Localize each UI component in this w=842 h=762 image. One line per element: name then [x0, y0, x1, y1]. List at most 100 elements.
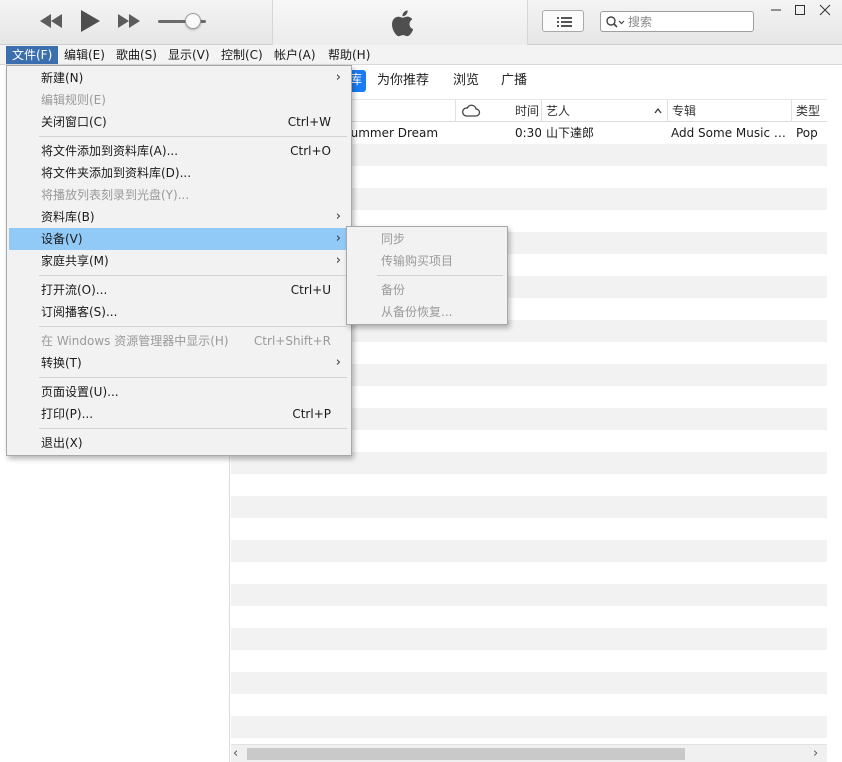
menu-item-label: 转换(T)	[41, 356, 82, 370]
column-time[interactable]: 时间	[511, 100, 541, 122]
menu-item-burn-playlist: 将播放列表刻录到光盘(Y)...	[9, 184, 349, 206]
menu-item-label: 从备份恢复...	[381, 305, 453, 319]
menu-separator	[39, 326, 347, 327]
tab-for-you[interactable]: 为你推荐	[377, 70, 429, 92]
search-input[interactable]	[628, 13, 750, 30]
menu-separator	[39, 136, 347, 137]
search-icon	[606, 16, 625, 28]
song-genre-cell: Pop	[796, 126, 818, 140]
scroll-left-icon[interactable]: ‹	[233, 747, 245, 761]
menu-item-label: 将播放列表刻录到光盘(Y)...	[41, 188, 190, 202]
shortcut-label: Ctrl+O	[290, 144, 331, 158]
song-artist-cell: 山下達郎	[546, 126, 595, 140]
menu-item-subscribe-podcast[interactable]: 订阅播客(S)...	[9, 301, 349, 323]
rewind-icon[interactable]	[38, 10, 64, 32]
menu-item-backup: 备份	[349, 279, 507, 301]
empty-row	[231, 628, 827, 650]
tab-radio[interactable]: 广播	[501, 70, 527, 92]
empty-row	[231, 584, 827, 606]
chevron-right-icon: ›	[335, 253, 341, 268]
shortcut-label: Ctrl+P	[292, 407, 331, 421]
menu-item-sync: 同步	[349, 228, 507, 250]
menu-item-library[interactable]: 资料库(B) ›	[9, 206, 349, 228]
menu-item-label: 家庭共享(M)	[41, 254, 109, 268]
menu-account[interactable]: 帐户(A)	[268, 46, 322, 64]
menu-item-page-setup[interactable]: 页面设置(U)...	[9, 381, 349, 403]
menu-item-label: 在 Windows 资源管理器中显示(H)	[41, 334, 229, 348]
menu-separator	[377, 275, 503, 276]
horizontal-scrollbar[interactable]: ‹ ›	[231, 744, 827, 762]
file-menu-dropdown: 新建(N) › 编辑规则(E) 关闭窗口(C) Ctrl+W 将文件添加到资料库…	[6, 65, 352, 456]
menu-item-add-file[interactable]: 将文件添加到资料库(A)... Ctrl+O	[9, 140, 349, 162]
maximize-icon[interactable]	[790, 2, 810, 18]
shortcut-label: Ctrl+Shift+R	[253, 334, 331, 348]
menu-help[interactable]: 帮助(H)	[322, 46, 376, 64]
menu-separator	[39, 275, 347, 276]
list-view-button[interactable]	[542, 10, 584, 32]
empty-row	[231, 672, 827, 694]
vertical-scrollbar[interactable]	[827, 99, 842, 744]
menu-item-label: 新建(N)	[41, 71, 84, 85]
menu-item-restore-backup: 从备份恢复...	[349, 301, 507, 323]
menu-item-convert[interactable]: 转换(T) ›	[9, 352, 349, 374]
minimize-icon[interactable]	[766, 2, 786, 18]
scroll-right-icon[interactable]: ›	[813, 747, 825, 761]
list-icon	[557, 17, 572, 27]
horizontal-scroll-thumb[interactable]	[247, 748, 685, 760]
menu-separator	[39, 428, 347, 429]
menu-item-show-in-explorer: 在 Windows 资源管理器中显示(H) Ctrl+Shift+R	[9, 330, 349, 352]
fast-forward-icon[interactable]	[116, 10, 142, 32]
menu-item-label: 备份	[381, 283, 406, 297]
menu-item-label: 打开流(O)...	[41, 283, 108, 297]
menu-item-label: 订阅播客(S)...	[41, 305, 118, 319]
menu-controls[interactable]: 控制(C)	[215, 46, 269, 64]
close-icon[interactable]	[815, 2, 835, 18]
cloud-icon	[462, 104, 481, 117]
empty-row	[231, 540, 827, 562]
menu-item-open-stream[interactable]: 打开流(O)... Ctrl+U	[9, 279, 349, 301]
song-album-cell: Add Some Music To Your Day	[671, 126, 787, 140]
volume-slider-knob[interactable]	[184, 13, 201, 29]
menu-item-label: 同步	[381, 232, 406, 246]
menu-item-label: 资料库(B)	[41, 210, 95, 224]
search-box[interactable]	[600, 11, 754, 32]
chevron-right-icon: ›	[335, 70, 341, 85]
menu-item-exit[interactable]: 退出(X)	[9, 432, 349, 454]
menu-item-new[interactable]: 新建(N) ›	[9, 67, 349, 89]
menu-item-close-window[interactable]: 关闭窗口(C) Ctrl+W	[9, 111, 349, 133]
menu-separator	[39, 377, 347, 378]
menu-item-transfer-purchases: 传输购买项目	[349, 250, 507, 272]
menu-item-edit-rules: 编辑规则(E)	[9, 89, 349, 111]
now-playing-display	[272, 0, 528, 45]
column-album[interactable]: 专辑	[667, 100, 791, 122]
menu-item-label: 编辑规则(E)	[41, 93, 106, 107]
menu-item-label: 退出(X)	[41, 436, 83, 450]
menu-edit[interactable]: 编辑(E)	[58, 46, 111, 64]
menu-item-label: 将文件添加到资料库(A)...	[41, 144, 179, 158]
menu-view[interactable]: 显示(V)	[162, 46, 216, 64]
column-artist[interactable]: 艺人	[541, 100, 667, 122]
menu-song[interactable]: 歌曲(S)	[110, 46, 163, 64]
menu-item-devices[interactable]: 设备(V) ›	[9, 228, 349, 250]
column-genre[interactable]: 类型	[791, 100, 827, 122]
empty-row	[231, 716, 827, 738]
empty-row	[231, 496, 827, 518]
song-title-cell: Summer Dream	[343, 126, 439, 140]
chevron-right-icon: ›	[335, 355, 341, 370]
column-cloud[interactable]	[455, 100, 487, 122]
menu-item-label: 打印(P)...	[41, 407, 94, 421]
menu-item-print[interactable]: 打印(P)... Ctrl+P	[9, 403, 349, 425]
apple-logo-icon	[392, 10, 414, 37]
menu-file[interactable]: 文件(F)	[6, 46, 59, 64]
menu-item-home-sharing[interactable]: 家庭共享(M) ›	[9, 250, 349, 272]
chevron-right-icon: ›	[335, 231, 341, 246]
tab-browse[interactable]: 浏览	[453, 70, 479, 92]
menu-item-label: 设备(V)	[41, 232, 83, 246]
song-time-cell: 0:30	[515, 126, 541, 140]
toolbar	[0, 0, 842, 45]
play-icon[interactable]	[78, 8, 102, 34]
menu-item-add-folder[interactable]: 将文件夹添加到资料库(D)...	[9, 162, 349, 184]
menu-item-label: 关闭窗口(C)	[41, 115, 107, 129]
devices-submenu: 同步 传输购买项目 备份 从备份恢复...	[346, 226, 508, 325]
menu-bar: 文件(F) 编辑(E) 歌曲(S) 显示(V) 控制(C) 帐户(A) 帮助(H…	[0, 45, 842, 65]
